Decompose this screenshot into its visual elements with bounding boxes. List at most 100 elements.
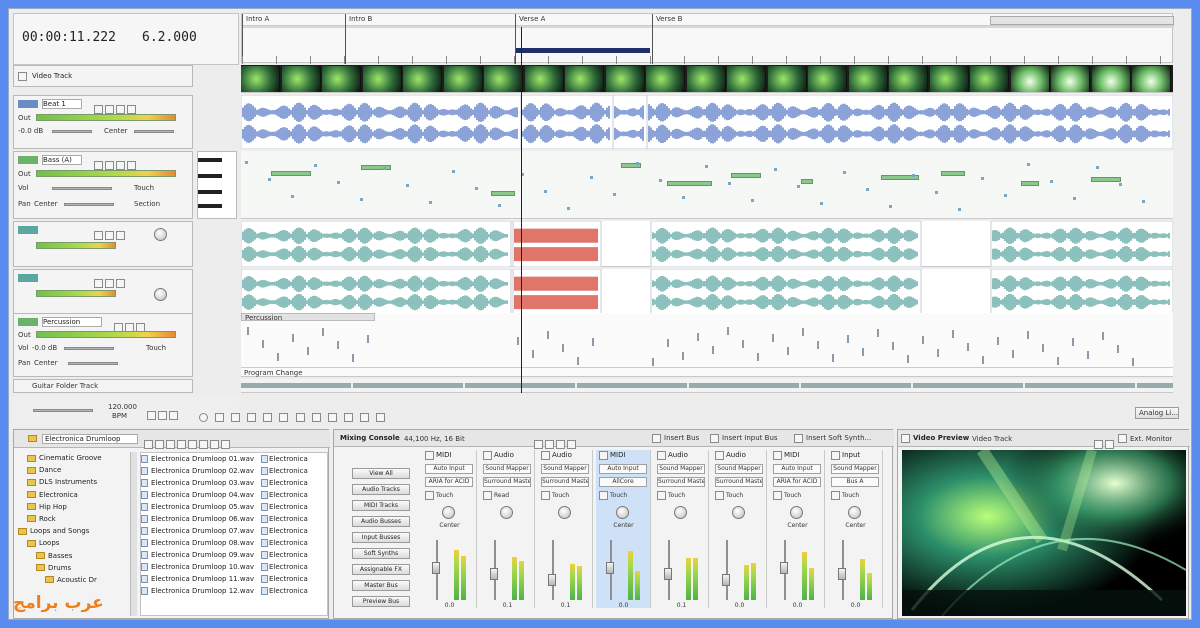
stop-icon[interactable]: [279, 413, 289, 422]
midi-note-small[interactable]: [383, 167, 386, 170]
pan-knob[interactable]: [154, 288, 167, 301]
volume-fader[interactable]: [606, 562, 614, 574]
midi-note-small[interactable]: [843, 171, 846, 174]
solo-icon[interactable]: [105, 105, 114, 114]
midi-note[interactable]: [731, 173, 761, 178]
mute-icon[interactable]: [94, 105, 103, 114]
volume-fader[interactable]: [490, 568, 498, 580]
midi-note-small[interactable]: [797, 185, 800, 188]
edit-tool-icon[interactable]: [343, 413, 353, 422]
automation-mode[interactable]: Touch: [715, 491, 763, 501]
pan-knob[interactable]: [616, 506, 629, 519]
mixer-channel[interactable]: Audio Sound Mapper Surround Master Touch 0.1: [538, 450, 593, 609]
midi-note[interactable]: [491, 191, 515, 196]
preview-quality-icon[interactable]: [1105, 440, 1114, 449]
track-name[interactable]: Percussion: [42, 317, 102, 327]
mute-icon[interactable]: [94, 279, 103, 288]
mixer-filter-button[interactable]: Preview Bus: [352, 596, 410, 607]
midi-note-small[interactable]: [1050, 180, 1053, 183]
pan-knob[interactable]: [154, 228, 167, 241]
drum-hit[interactable]: [697, 333, 699, 341]
pan-slider[interactable]: [64, 203, 114, 206]
tree-item[interactable]: Electronica: [18, 489, 128, 501]
record-icon[interactable]: [199, 413, 208, 422]
track-header-guitar-folder[interactable]: Guitar Folder Track: [13, 379, 193, 393]
file-row[interactable]: Electronica Drumloop 08.wav Electronica: [141, 537, 327, 549]
audio-event[interactable]: [241, 221, 512, 267]
mixer-channel[interactable]: Audio Sound Mapper Surround Master Touch 0.1: [654, 450, 709, 609]
midi-note-small[interactable]: [590, 176, 593, 179]
midi-note-small[interactable]: [314, 164, 317, 167]
midi-note-small[interactable]: [636, 162, 639, 165]
channel-output-button[interactable]: Surround Master: [541, 477, 589, 487]
tree-item[interactable]: Loops: [18, 537, 128, 549]
midi-note-small[interactable]: [820, 202, 823, 205]
midi-note[interactable]: [361, 165, 391, 170]
touch-mode[interactable]: Touch: [146, 344, 166, 352]
stop-preview-icon[interactable]: [188, 440, 197, 449]
file-list[interactable]: Electronica Drumloop 01.wav Electronica El…: [140, 452, 328, 616]
automation-mode[interactable]: Touch: [831, 491, 879, 501]
file-row[interactable]: Electronica Drumloop 06.wav Electronica: [141, 513, 327, 525]
drum-hit[interactable]: [562, 344, 564, 352]
volume-fader[interactable]: [548, 574, 556, 586]
drum-hit[interactable]: [757, 353, 759, 361]
channel-input-button[interactable]: Sound Mapper: [483, 464, 531, 474]
channel-input-button[interactable]: Sound Mapper: [715, 464, 763, 474]
midi-note[interactable]: [941, 171, 965, 176]
section-label[interactable]: Section: [134, 200, 160, 208]
midi-note-small[interactable]: [268, 178, 271, 181]
drum-hit[interactable]: [292, 334, 294, 342]
volume-slider[interactable]: [52, 130, 92, 133]
volume-fader[interactable]: [722, 574, 730, 586]
go-to-start-icon[interactable]: [295, 413, 305, 422]
midi-note-small[interactable]: [1073, 197, 1076, 200]
drum-hit[interactable]: [832, 354, 834, 362]
mixer-channel[interactable]: Input Sound Mapper Bus A Touch Center 0.0: [828, 450, 883, 609]
drum-hit[interactable]: [727, 327, 729, 335]
arm-icon[interactable]: [116, 105, 125, 114]
pan-slider[interactable]: [68, 362, 118, 365]
pan-knob[interactable]: [500, 506, 513, 519]
drum-hit[interactable]: [817, 341, 819, 349]
track-header-video[interactable]: Video Track: [13, 65, 193, 87]
drum-hit[interactable]: [682, 352, 684, 360]
midi-note-small[interactable]: [429, 201, 432, 204]
touch-mode[interactable]: Touch: [134, 184, 154, 192]
channel-output-button[interactable]: ARIA for ACID: [773, 477, 821, 487]
copy-frame-icon[interactable]: [1094, 440, 1103, 449]
midi-note-small[interactable]: [291, 195, 294, 198]
drum-hit[interactable]: [262, 340, 264, 348]
snap-icon[interactable]: [327, 413, 337, 422]
arm-icon[interactable]: [116, 279, 125, 288]
play-from-start-icon[interactable]: [231, 413, 241, 422]
drum-hit[interactable]: [517, 337, 519, 345]
midi-note-small[interactable]: [1142, 200, 1145, 203]
midi-note-small[interactable]: [1096, 166, 1099, 169]
loop-region[interactable]: [516, 48, 650, 53]
volume-fader[interactable]: [664, 568, 672, 580]
pan-slider[interactable]: [134, 130, 174, 133]
file-row[interactable]: Electronica Drumloop 10.wav Electronica: [141, 561, 327, 573]
channel-input-button[interactable]: Sound Mapper: [657, 464, 705, 474]
midi-note-small[interactable]: [728, 182, 731, 185]
track-header-audio2[interactable]: [13, 221, 193, 267]
midi-note-small[interactable]: [705, 165, 708, 168]
drum-hit[interactable]: [712, 346, 714, 354]
midi-note-small[interactable]: [682, 196, 685, 199]
midi-note-small[interactable]: [613, 193, 616, 196]
automation-mode[interactable]: Touch: [773, 491, 821, 501]
tree-item[interactable]: Cinematic Groove: [18, 452, 128, 464]
midi-note-small[interactable]: [452, 170, 455, 173]
mute-icon[interactable]: [94, 231, 103, 240]
channel-output-button[interactable]: AllCore: [599, 477, 647, 487]
location-field[interactable]: Electronica Drumloop: [42, 434, 138, 444]
drum-hit[interactable]: [1057, 357, 1059, 365]
channel-input-button[interactable]: Sound Mapper: [541, 464, 589, 474]
midi-note[interactable]: [271, 171, 311, 176]
pan-knob[interactable]: [848, 506, 861, 519]
midi-note-small[interactable]: [475, 187, 478, 190]
fx-icon[interactable]: [127, 105, 136, 114]
tempo-down-icon[interactable]: [147, 411, 156, 420]
midi-note[interactable]: [1021, 181, 1039, 186]
